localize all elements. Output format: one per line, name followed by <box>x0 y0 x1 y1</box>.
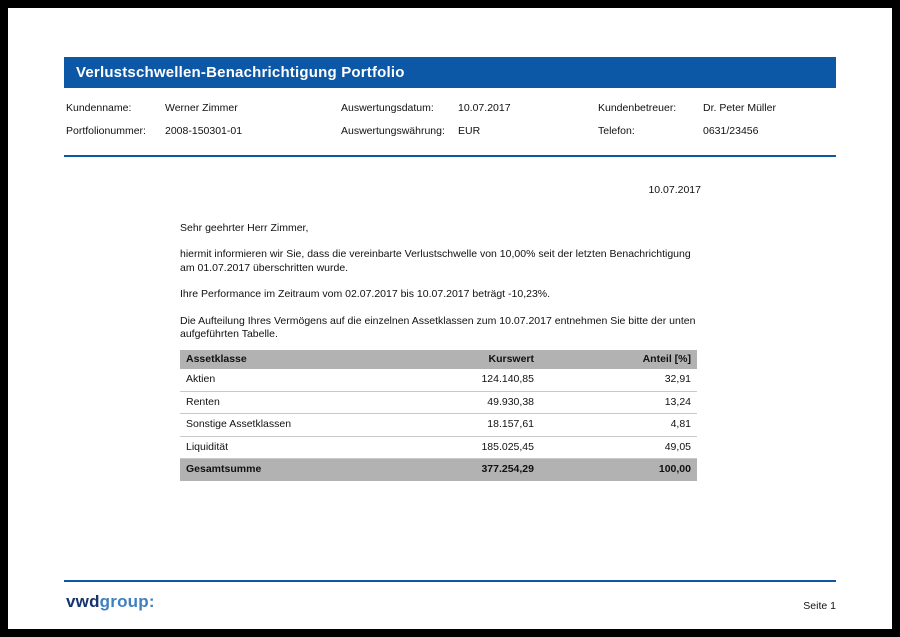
cell-total-label: Gesamtsumme <box>180 459 400 481</box>
meta-field-portfolionummer: Portfolionummer: 2008-150301-01 <box>66 125 146 137</box>
column-header-kurswert: Kurswert <box>400 350 540 370</box>
meta-label: Auswertungsdatum: <box>341 102 434 114</box>
vwd-group-logo: vwdgroup: <box>66 592 155 612</box>
cell-kurswert: 18.157,61 <box>400 414 540 437</box>
header-divider <box>64 155 836 157</box>
table-total-row: Gesamtsumme 377.254,29 100,00 <box>180 459 697 481</box>
cell-anteil: 4,81 <box>540 414 697 437</box>
meta-value: 10.07.2017 <box>458 102 511 114</box>
meta-field-kundenname: Kundenname: Werner Zimmer <box>66 102 131 114</box>
meta-value: EUR <box>458 125 480 137</box>
paragraph-performance: Ihre Performance im Zeitraum vom 02.07.2… <box>180 288 701 302</box>
column-header-anteil: Anteil [%] <box>540 350 697 370</box>
meta-label: Auswertungswährung: <box>341 125 445 137</box>
letter-date: 10.07.2017 <box>180 184 701 198</box>
letter-body: 10.07.2017 Sehr geehrter Herr Zimmer, hi… <box>180 184 701 481</box>
meta-value: Dr. Peter Müller <box>703 102 776 114</box>
cell-assetklasse: Renten <box>180 391 400 414</box>
cell-total-kurswert: 377.254,29 <box>400 459 540 481</box>
cell-assetklasse: Sonstige Assetklassen <box>180 414 400 437</box>
report-title-bar: Verlustschwellen-Benachrichtigung Portfo… <box>64 57 836 88</box>
logo-group-text: group: <box>100 592 155 611</box>
table-row: Aktien 124.140,85 32,91 <box>180 369 697 391</box>
meta-value: 2008-150301-01 <box>165 125 242 137</box>
table-row: Liquidität 185.025,45 49,05 <box>180 436 697 459</box>
cell-kurswert: 49.930,38 <box>400 391 540 414</box>
meta-field-telefon: Telefon: 0631/23456 <box>598 125 635 137</box>
cell-anteil: 49,05 <box>540 436 697 459</box>
page-number: Seite 1 <box>803 600 836 612</box>
meta-label: Telefon: <box>598 125 635 137</box>
salutation: Sehr geehrter Herr Zimmer, <box>180 222 701 236</box>
document-page: Verlustschwellen-Benachrichtigung Portfo… <box>8 8 892 629</box>
cell-anteil: 13,24 <box>540 391 697 414</box>
meta-label: Kundenname: <box>66 102 131 114</box>
logo-vwd-text: vwd <box>66 592 100 611</box>
cell-anteil: 32,91 <box>540 369 697 391</box>
table-header-row: Assetklasse Kurswert Anteil [%] <box>180 350 697 370</box>
cell-assetklasse: Aktien <box>180 369 400 391</box>
assets-table: Assetklasse Kurswert Anteil [%] Aktien 1… <box>180 350 697 481</box>
meta-label: Kundenbetreuer: <box>598 102 676 114</box>
table-row: Sonstige Assetklassen 18.157,61 4,81 <box>180 414 697 437</box>
table-row: Renten 49.930,38 13,24 <box>180 391 697 414</box>
meta-field-kundenbetreuer: Kundenbetreuer: Dr. Peter Müller <box>598 102 676 114</box>
cell-kurswert: 185.025,45 <box>400 436 540 459</box>
cell-total-anteil: 100,00 <box>540 459 697 481</box>
footer-divider <box>64 580 836 582</box>
meta-value: Werner Zimmer <box>165 102 238 114</box>
paragraph-threshold: hiermit informieren wir Sie, dass die ve… <box>180 248 701 275</box>
column-header-assetklasse: Assetklasse <box>180 350 400 370</box>
page-title: Verlustschwellen-Benachrichtigung Portfo… <box>76 64 405 81</box>
meta-label: Portfolionummer: <box>66 125 146 137</box>
meta-field-auswertungsdatum: Auswertungsdatum: 10.07.2017 <box>341 102 434 114</box>
meta-value: 0631/23456 <box>703 125 758 137</box>
meta-field-auswertungswaehrung: Auswertungswährung: EUR <box>341 125 445 137</box>
cell-assetklasse: Liquidität <box>180 436 400 459</box>
paragraph-allocation: Die Aufteilung Ihres Vermögens auf die e… <box>180 315 701 342</box>
cell-kurswert: 124.140,85 <box>400 369 540 391</box>
